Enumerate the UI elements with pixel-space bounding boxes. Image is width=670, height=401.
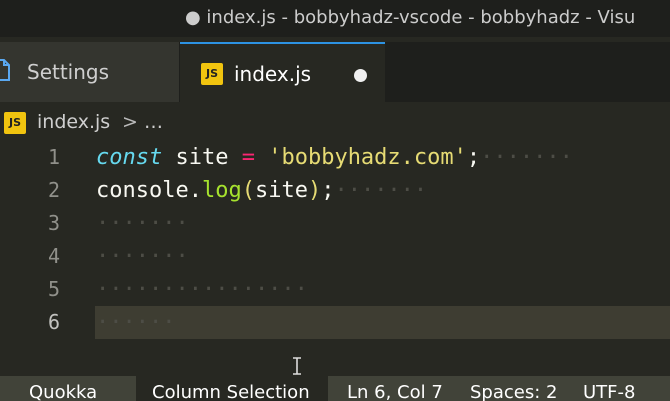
code-token: site (175, 145, 229, 170)
status-indentation[interactable]: Spaces: 2 (470, 382, 557, 401)
tab-label: index.js (234, 62, 312, 86)
code-token: const (96, 145, 163, 170)
code-text: ······· (96, 240, 189, 273)
code-line[interactable]: ······ (0, 306, 670, 339)
code-token: 'bobbyhadz.com' (268, 145, 467, 170)
code-token: ) (307, 178, 322, 203)
code-token: site (254, 178, 308, 203)
code-text: ················ (96, 273, 308, 306)
tab-index-js[interactable]: JS index.js (180, 42, 385, 102)
code-line[interactable]: ······· (0, 240, 670, 273)
status-encoding[interactable]: UTF-8 (583, 382, 635, 401)
tab-bar: Settings JS index.js (0, 42, 670, 102)
code-token: . (188, 178, 202, 203)
js-file-icon: JS (4, 112, 26, 134)
breadcrumb-file[interactable]: index.js (37, 111, 110, 133)
code-text: const site = 'bobbyhadz.com';······· (96, 141, 573, 174)
settings-file-icon (0, 59, 10, 81)
title-bar: ● index.js - bobbyhadz-vscode - bobbyhad… (0, 0, 670, 37)
whitespace-marker: ······· (96, 244, 189, 269)
status-column-selection[interactable]: Column Selection (152, 382, 310, 401)
code-line[interactable]: ················ (0, 273, 670, 306)
code-token: log (201, 178, 242, 203)
code-line[interactable]: console.log(site);······· (0, 174, 670, 207)
window-title: ● index.js - bobbyhadz-vscode - bobbyhad… (185, 7, 636, 28)
code-text: ······· (96, 207, 189, 240)
breadcrumb: JS index.js > … (0, 104, 670, 142)
code-line[interactable]: ······· (0, 207, 670, 240)
code-token: ; (466, 145, 481, 170)
chevron-right-icon: > (122, 111, 138, 133)
breadcrumb-more[interactable]: … (144, 111, 163, 133)
code-text: ······ (96, 306, 175, 339)
code-token: = (241, 145, 255, 170)
status-bar: Quokka Column Selection Ln 6, Col 7 Spac… (0, 376, 670, 401)
code-token: ( (241, 178, 255, 203)
text-cursor-icon (293, 357, 301, 375)
code-token: ; (321, 178, 335, 203)
code-editor[interactable]: 1 const site = 'bobbyhadz.com';······· 2 co… (0, 140, 670, 373)
whitespace-marker: ······· (96, 211, 189, 236)
tab-settings[interactable]: Settings (0, 42, 179, 102)
whitespace-marker: ······· (480, 145, 573, 170)
status-cursor-position[interactable]: Ln 6, Col 7 (347, 382, 443, 401)
code-token: console (96, 178, 189, 203)
whitespace-marker: ······ (96, 310, 176, 335)
status-quokka[interactable]: Quokka (29, 382, 97, 401)
code-text: console.log(site);······· (96, 174, 427, 207)
tab-label: Settings (27, 60, 110, 84)
whitespace-marker: ················ (96, 277, 308, 302)
code-line[interactable]: const site = 'bobbyhadz.com';······· (0, 141, 670, 174)
unsaved-dot-icon[interactable] (354, 69, 367, 82)
whitespace-marker: ······· (334, 178, 428, 203)
js-file-icon: JS (201, 63, 223, 85)
